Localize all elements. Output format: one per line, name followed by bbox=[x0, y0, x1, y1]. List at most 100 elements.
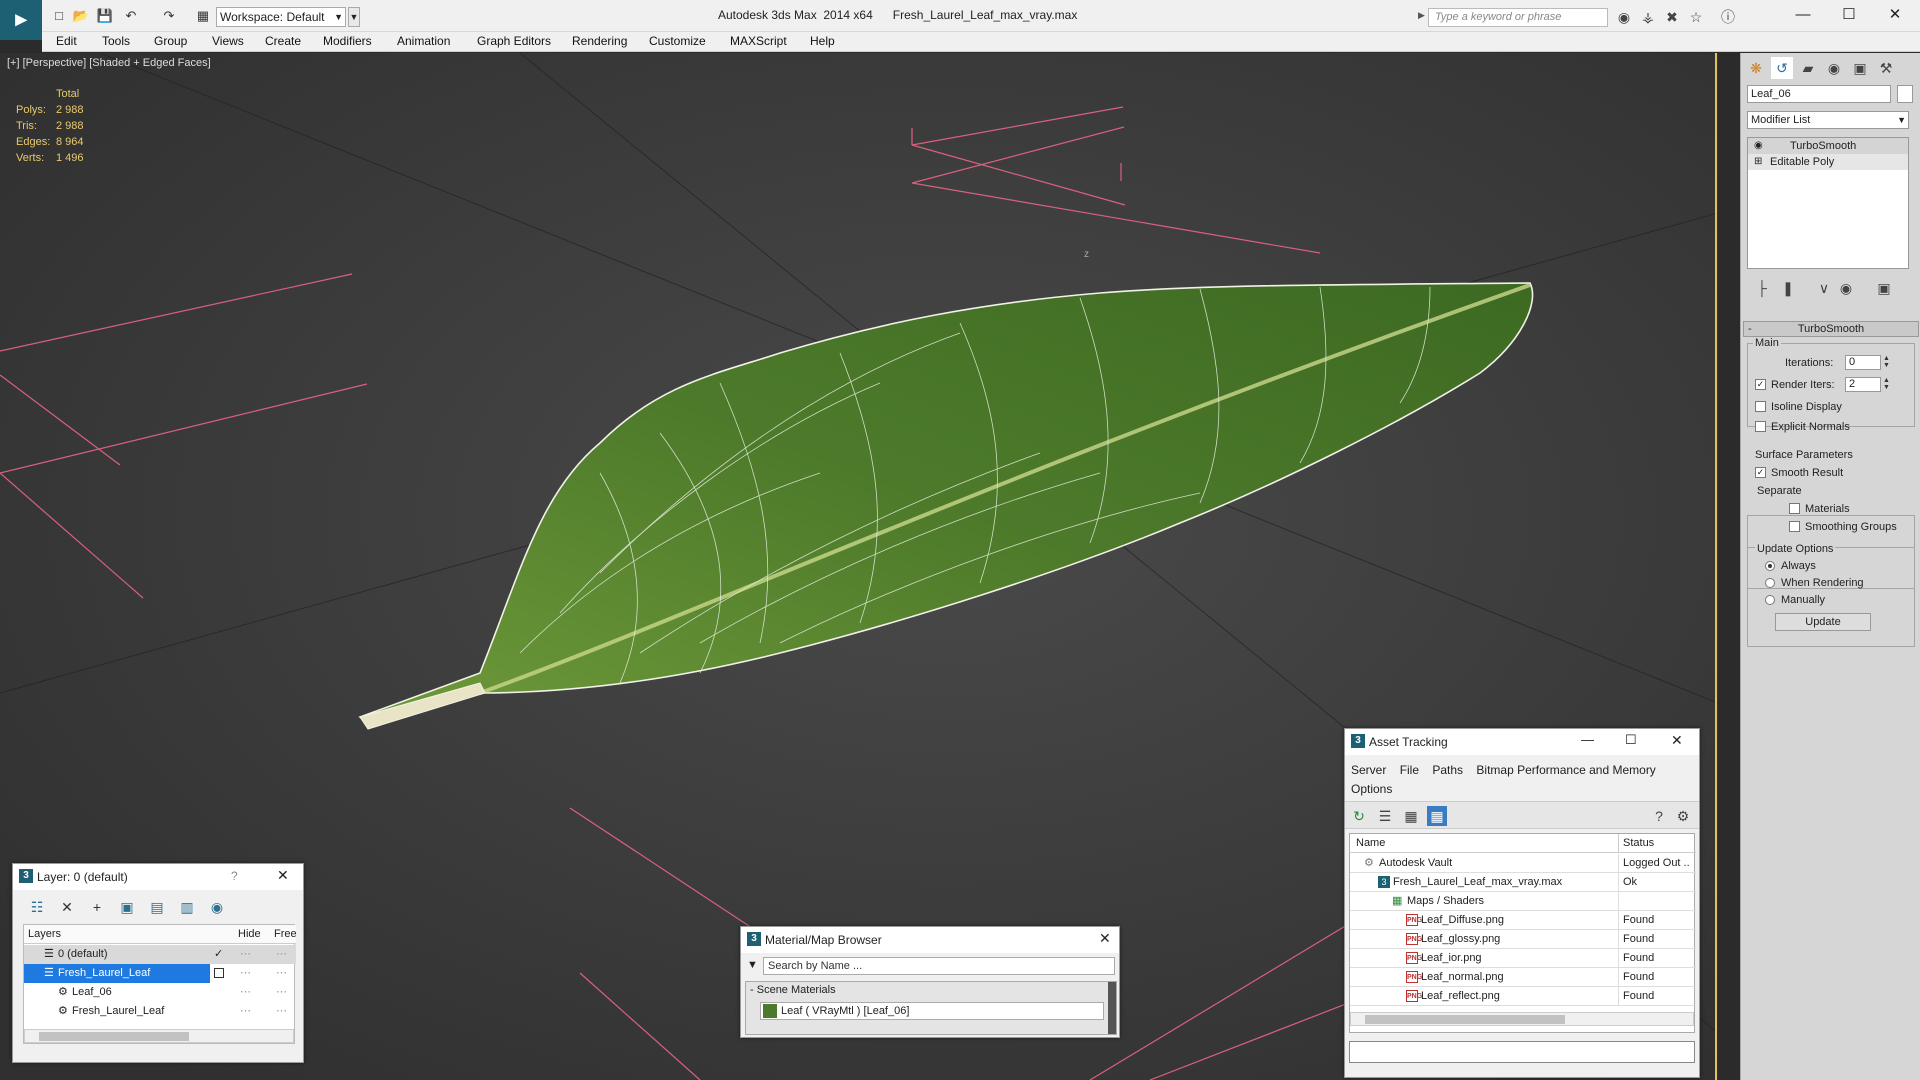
menu-views[interactable]: Views bbox=[212, 34, 244, 48]
app-logo-button[interactable]: ▸ bbox=[0, 0, 42, 40]
update-button[interactable]: Update bbox=[1775, 613, 1871, 631]
asset-row[interactable]: ▦ Maps / Shaders bbox=[1350, 892, 1696, 911]
select-layer-icon[interactable]: ▤ bbox=[147, 897, 167, 917]
select-objects-icon[interactable]: ▣ bbox=[117, 897, 137, 917]
asset-row[interactable]: PNGLeaf_glossy.png Found bbox=[1350, 930, 1696, 949]
maximize-button[interactable]: ☐ bbox=[1625, 732, 1637, 748]
open-file-icon[interactable]: 📂 bbox=[72, 8, 90, 24]
horizontal-scrollbar[interactable] bbox=[1350, 1012, 1694, 1026]
menu-animation[interactable]: Animation bbox=[397, 34, 450, 48]
layer-row[interactable]: ☰ Fresh_Laurel_Leaf ⋯ ⋯ bbox=[24, 964, 296, 983]
hide-toggle[interactable]: ⋯ bbox=[240, 983, 251, 1002]
stack-item-editable-poly[interactable]: ⊞ Editable Poly bbox=[1748, 154, 1908, 170]
menu-group[interactable]: Group bbox=[154, 34, 187, 48]
show-end-result-icon[interactable]: ❚ bbox=[1777, 277, 1799, 299]
vertical-scrollbar[interactable] bbox=[1108, 982, 1116, 1034]
minimize-button[interactable]: — bbox=[1788, 4, 1818, 26]
project-folder-icon[interactable]: ▦ bbox=[194, 8, 212, 24]
render-iters-checkbox[interactable]: ✓ bbox=[1755, 379, 1766, 390]
key-icon[interactable]: ⚶ bbox=[1638, 8, 1658, 26]
menu-modifiers[interactable]: Modifiers bbox=[323, 34, 372, 48]
utilities-tab-icon[interactable]: ⚒ bbox=[1875, 57, 1897, 79]
col-name[interactable]: Name bbox=[1356, 834, 1385, 853]
freeze-toggle[interactable]: ⋯ bbox=[276, 964, 287, 983]
remove-modifier-icon[interactable]: ◉ bbox=[1835, 277, 1857, 299]
pin-stack-icon[interactable]: ├ bbox=[1751, 277, 1773, 299]
current-layer-checkbox[interactable] bbox=[214, 968, 224, 978]
object-name-field[interactable]: Leaf_06 bbox=[1747, 85, 1891, 103]
minimize-button[interactable]: — bbox=[1581, 732, 1594, 747]
add-to-layer-icon[interactable]: + bbox=[87, 897, 107, 917]
hide-all-layers-icon[interactable]: ◉ bbox=[207, 897, 227, 917]
set-current-layer-icon[interactable]: ▥ bbox=[177, 897, 197, 917]
close-icon[interactable]: ✕ bbox=[277, 867, 289, 884]
asset-row[interactable]: PNGLeaf_reflect.png Found bbox=[1350, 987, 1696, 1006]
help-icon[interactable]: ⓘ bbox=[1718, 8, 1738, 26]
undo-icon[interactable]: ↶ bbox=[122, 8, 140, 24]
workspace-dropdown[interactable]: Workspace: Default ▼ bbox=[216, 7, 346, 27]
col-layers[interactable]: Layers bbox=[28, 925, 61, 944]
freeze-toggle[interactable]: ⋯ bbox=[276, 945, 287, 964]
material-item[interactable]: Leaf ( VRayMtl ) [Leaf_06] bbox=[760, 1002, 1104, 1020]
menu-help[interactable]: Help bbox=[810, 34, 835, 48]
maximize-button[interactable]: ☐ bbox=[1834, 4, 1864, 26]
menu-create[interactable]: Create bbox=[265, 34, 301, 48]
redo-icon[interactable]: ↷ bbox=[160, 8, 178, 24]
create-layer-icon[interactable]: ☷ bbox=[27, 897, 47, 917]
layer-row[interactable]: ☰ 0 (default) ✓ ⋯ ⋯ bbox=[24, 945, 296, 964]
menu-edit[interactable]: Edit bbox=[56, 34, 77, 48]
material-search-input[interactable]: Search by Name ... bbox=[763, 957, 1115, 975]
delete-layer-icon[interactable]: ✕ bbox=[57, 897, 77, 917]
help-button[interactable]: ? bbox=[231, 869, 238, 883]
menu-tools[interactable]: Tools bbox=[102, 34, 130, 48]
refresh-icon[interactable]: ↻ bbox=[1349, 806, 1369, 826]
configure-sets-icon[interactable]: ▣ bbox=[1873, 277, 1895, 299]
stack-item-turbosmooth[interactable]: ◉ TurboSmooth bbox=[1748, 138, 1908, 154]
make-unique-icon[interactable]: ∨ bbox=[1813, 277, 1835, 299]
menu-options[interactable]: Options bbox=[1351, 782, 1392, 796]
update-manually-radio[interactable] bbox=[1765, 595, 1775, 605]
col-freeze[interactable]: Free bbox=[274, 925, 297, 944]
isoline-display-checkbox[interactable] bbox=[1755, 401, 1766, 412]
help-search-input[interactable]: Type a keyword or phrase bbox=[1428, 8, 1608, 27]
layer-row[interactable]: ⚙ Leaf_06 ⋯ ⋯ bbox=[24, 983, 296, 1002]
modifier-list-dropdown[interactable]: Modifier List ▼ bbox=[1747, 111, 1909, 129]
menu-graph-editors[interactable]: Graph Editors bbox=[477, 34, 551, 48]
favorites-star-icon[interactable]: ☆ bbox=[1686, 8, 1706, 26]
spinner-arrows-icon[interactable]: ▲ ▼ bbox=[1883, 377, 1891, 392]
menu-file[interactable]: File bbox=[1400, 763, 1419, 777]
search-expand-icon[interactable]: ▶ bbox=[1418, 10, 1425, 21]
asset-row[interactable]: PNGLeaf_Diffuse.png Found bbox=[1350, 911, 1696, 930]
freeze-toggle[interactable]: ⋯ bbox=[276, 983, 287, 1002]
options-menu-icon[interactable]: ▼ bbox=[747, 959, 758, 971]
settings-icon[interactable]: ⚙ bbox=[1673, 806, 1693, 826]
binoculars-icon[interactable]: ◉ bbox=[1614, 8, 1634, 26]
hierarchy-tab-icon[interactable]: ▰ bbox=[1797, 57, 1819, 79]
close-icon[interactable]: ✕ bbox=[1671, 732, 1683, 749]
hide-toggle[interactable]: ⋯ bbox=[240, 964, 251, 983]
asset-row[interactable]: PNGLeaf_ior.png Found bbox=[1350, 949, 1696, 968]
layer-row[interactable]: ⚙ Fresh_Laurel_Leaf ⋯ ⋯ bbox=[24, 1002, 296, 1021]
freeze-toggle[interactable]: ⋯ bbox=[276, 1002, 287, 1021]
update-when-rendering-radio[interactable] bbox=[1765, 578, 1775, 588]
menu-server[interactable]: Server bbox=[1351, 763, 1386, 777]
scene-materials-header[interactable]: - Scene Materials bbox=[750, 984, 836, 996]
list-view-icon[interactable]: ☰ bbox=[1375, 806, 1395, 826]
menu-maxscript[interactable]: MAXScript bbox=[730, 34, 787, 48]
lightbulb-icon[interactable]: ◉ bbox=[1754, 138, 1763, 154]
asset-row[interactable]: 3 Fresh_Laurel_Leaf_max_vray.max Ok bbox=[1350, 873, 1696, 892]
new-file-icon[interactable]: □ bbox=[50, 8, 68, 24]
exchange-icon[interactable]: ✖ bbox=[1662, 8, 1682, 26]
turbosmooth-rollout-header[interactable]: - TurboSmooth bbox=[1743, 321, 1919, 337]
explicit-normals-checkbox[interactable] bbox=[1755, 421, 1766, 432]
asset-row[interactable]: PNGLeaf_normal.png Found bbox=[1350, 968, 1696, 987]
smooth-result-checkbox[interactable]: ✓ bbox=[1755, 467, 1766, 478]
render-iters-spinner[interactable]: 2 bbox=[1845, 377, 1881, 392]
display-tab-icon[interactable]: ▣ bbox=[1849, 57, 1871, 79]
motion-tab-icon[interactable]: ◉ bbox=[1823, 57, 1845, 79]
close-icon[interactable]: ✕ bbox=[1099, 930, 1111, 947]
menu-paths[interactable]: Paths bbox=[1432, 763, 1463, 777]
asset-path-field[interactable] bbox=[1349, 1041, 1695, 1063]
hide-toggle[interactable]: ⋯ bbox=[240, 945, 251, 964]
separate-smoothing-groups-checkbox[interactable] bbox=[1789, 521, 1800, 532]
